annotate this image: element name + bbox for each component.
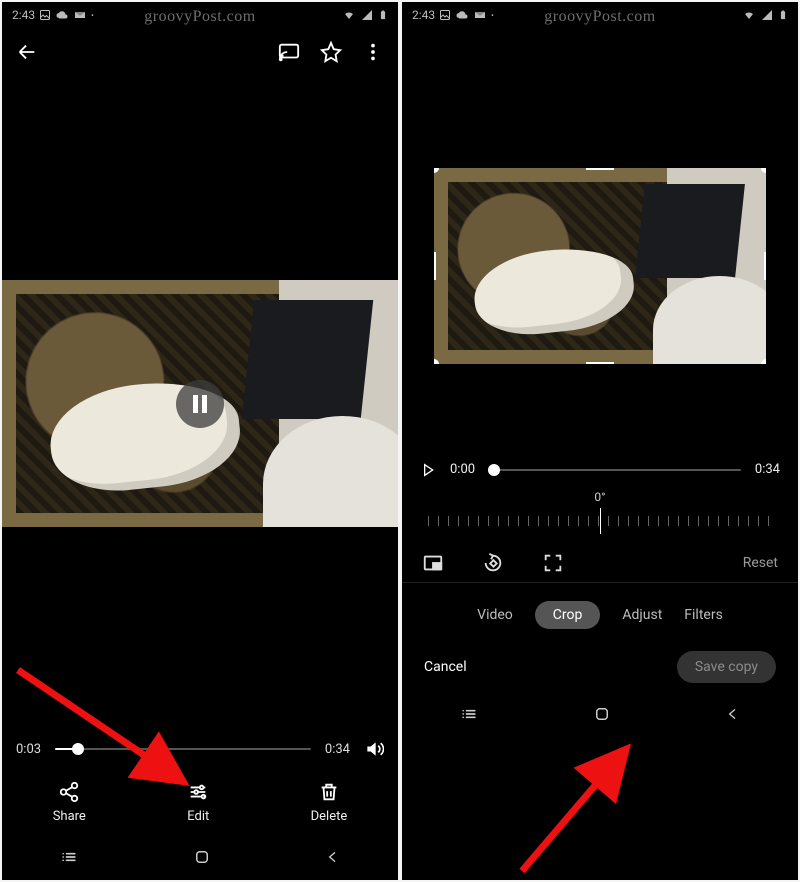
seek-total: 0:34 bbox=[325, 742, 350, 757]
annotation-arrow-crop bbox=[512, 736, 642, 876]
video-area[interactable] bbox=[2, 76, 398, 731]
more-icon[interactable] bbox=[362, 41, 384, 63]
expand-icon[interactable] bbox=[542, 552, 564, 574]
battery-icon bbox=[778, 8, 788, 22]
cloud-icon bbox=[455, 9, 469, 21]
app-bar bbox=[2, 28, 398, 76]
crop-tools: Reset bbox=[402, 544, 798, 582]
gmail-icon bbox=[73, 9, 87, 21]
phone-left-viewer: 2:43 • groovyPost.com bbox=[2, 2, 398, 880]
cloud-icon bbox=[55, 9, 69, 21]
edit-button[interactable]: Edit bbox=[187, 781, 209, 824]
tab-crop[interactable]: Crop bbox=[535, 601, 601, 629]
trash-icon bbox=[318, 781, 340, 803]
back-icon[interactable] bbox=[16, 41, 38, 63]
editor-bottom-row: Cancel Save copy bbox=[402, 641, 798, 691]
share-label: Share bbox=[53, 809, 86, 824]
volume-icon[interactable] bbox=[364, 739, 384, 759]
status-bar: 2:43 • bbox=[402, 2, 798, 28]
back-nav-icon[interactable] bbox=[325, 849, 341, 865]
nav-bar bbox=[2, 834, 398, 880]
crop-edge-top[interactable] bbox=[586, 168, 614, 170]
timeline-track[interactable] bbox=[489, 469, 741, 471]
crop-edge-bottom[interactable] bbox=[586, 362, 614, 364]
rotate-icon[interactable] bbox=[482, 552, 504, 574]
save-copy-button[interactable]: Save copy bbox=[677, 651, 776, 683]
wifi-icon bbox=[342, 9, 356, 21]
image-icon bbox=[39, 9, 51, 21]
crop-frame[interactable] bbox=[434, 168, 767, 364]
tab-filters[interactable]: Filters bbox=[684, 607, 723, 623]
pause-button[interactable] bbox=[176, 380, 224, 428]
sliders-icon bbox=[187, 781, 209, 803]
status-time: 2:43 bbox=[12, 8, 35, 22]
cast-icon[interactable] bbox=[278, 41, 300, 63]
aspect-ratio-icon[interactable] bbox=[422, 552, 444, 574]
timeline-total: 0:34 bbox=[755, 462, 780, 477]
crop-edge-right[interactable] bbox=[764, 252, 766, 280]
back-nav-icon[interactable] bbox=[725, 706, 741, 722]
gmail-icon bbox=[473, 9, 487, 21]
tab-adjust[interactable]: Adjust bbox=[622, 607, 662, 623]
dot-icon: • bbox=[91, 11, 94, 20]
phone-right-editor: 2:43 • groovyPost.com 0:00 bbox=[402, 2, 798, 880]
timeline-row: 0:00 0:34 bbox=[402, 454, 798, 486]
play-icon[interactable] bbox=[420, 462, 436, 478]
home-nav-icon[interactable] bbox=[193, 848, 211, 866]
nav-bar bbox=[402, 691, 798, 737]
dot-icon: • bbox=[491, 11, 494, 20]
reset-button[interactable]: Reset bbox=[743, 555, 778, 571]
star-icon[interactable] bbox=[320, 41, 342, 63]
editor-tabs: Video Crop Adjust Filters bbox=[402, 582, 798, 641]
wifi-icon bbox=[742, 9, 756, 21]
crop-edge-left[interactable] bbox=[434, 252, 436, 280]
recents-nav-icon[interactable] bbox=[459, 704, 479, 724]
signal-icon bbox=[361, 9, 373, 21]
rotation-value: 0° bbox=[402, 486, 798, 508]
delete-label: Delete bbox=[311, 809, 348, 824]
edit-label: Edit bbox=[187, 809, 209, 824]
rotation-ruler[interactable] bbox=[428, 508, 772, 534]
crop-handle-br[interactable] bbox=[761, 359, 766, 364]
seek-current: 0:03 bbox=[16, 742, 41, 757]
action-row: Share Edit Delete bbox=[2, 767, 398, 834]
seek-track[interactable] bbox=[55, 748, 311, 750]
home-nav-icon[interactable] bbox=[593, 705, 611, 723]
status-time: 2:43 bbox=[412, 8, 435, 22]
video-frame bbox=[2, 280, 398, 528]
signal-icon bbox=[761, 9, 773, 21]
timeline-current: 0:00 bbox=[450, 462, 475, 477]
recents-nav-icon[interactable] bbox=[59, 847, 79, 867]
delete-button[interactable]: Delete bbox=[311, 781, 348, 824]
tab-video[interactable]: Video bbox=[477, 607, 513, 623]
share-button[interactable]: Share bbox=[53, 781, 86, 824]
crop-area[interactable] bbox=[402, 28, 798, 454]
seek-row: 0:03 0:34 bbox=[2, 731, 398, 767]
status-bar: 2:43 • bbox=[2, 2, 398, 28]
battery-icon bbox=[378, 8, 388, 22]
image-icon bbox=[439, 9, 451, 21]
cancel-button[interactable]: Cancel bbox=[424, 659, 467, 675]
share-icon bbox=[58, 781, 80, 803]
